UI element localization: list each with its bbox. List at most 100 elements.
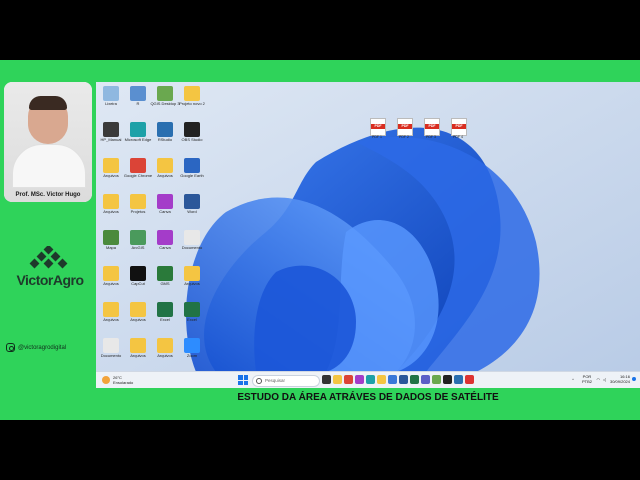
desktop-icon[interactable]: ArcGIS — [125, 228, 151, 262]
weather-desc: Ensolarado — [113, 380, 134, 385]
desktop-icon-label: Arquivos — [103, 210, 119, 214]
record-icon[interactable] — [465, 375, 474, 384]
excel-icon[interactable] — [410, 375, 419, 384]
desktop-icon[interactable]: Arquivos — [179, 264, 205, 298]
desktop-icon-label: Arquivos — [130, 318, 146, 322]
desktop-icon[interactable]: R — [125, 84, 151, 118]
desktop-icon[interactable]: CapCut — [125, 264, 151, 298]
desktop-icons: Lixeira R QGIS Desktop 3 Projeto novo 2 HP_M… — [98, 82, 210, 367]
brand-logo-text: VictorAgro — [16, 272, 84, 288]
windows-logo-icon — [238, 375, 243, 380]
desktop-icon[interactable]: Arquivos — [152, 336, 178, 370]
windows-logo-pane — [243, 375, 248, 380]
chevron-up-icon[interactable]: ^ — [572, 377, 574, 382]
desktop-screen: Lixeira R QGIS Desktop 3 Projeto novo 2 HP_M… — [96, 82, 640, 388]
pdf-file[interactable]: PDF 3 — [420, 118, 442, 140]
excel-icon — [157, 302, 173, 317]
edge-icon — [130, 122, 146, 137]
desktop-icon-label: RStudio — [157, 138, 173, 142]
desktop-icon-label: Canva — [159, 246, 171, 250]
teams-icon[interactable] — [421, 375, 430, 384]
weather-widget[interactable]: 26°C Ensolarado — [102, 374, 142, 386]
word-icon — [184, 194, 200, 209]
r-app-icon — [130, 86, 146, 101]
desktop-icon-label: Lixeira — [105, 102, 117, 106]
desktop-icon[interactable]: Arquivos — [98, 192, 124, 226]
pdf-icon — [424, 118, 440, 136]
desktop-icon-label: Documento — [181, 246, 203, 250]
desktop-icon[interactable]: Microsoft Edge — [125, 120, 151, 154]
windows-logo-pane — [238, 380, 243, 385]
store-icon[interactable] — [388, 375, 397, 384]
desktop-icon-label: Excel — [187, 318, 197, 322]
language-indicator[interactable]: POR PTB2 — [582, 374, 592, 384]
zoom-icon — [184, 338, 200, 353]
search-box[interactable]: Pesquisar — [252, 375, 320, 387]
desktop-icon[interactable]: Projeto novo 2 — [179, 84, 205, 118]
folder-icon — [157, 158, 173, 173]
pdf-icon — [397, 118, 413, 136]
folder-icon — [103, 158, 119, 173]
edge-icon[interactable] — [366, 375, 375, 384]
instagram-icon — [6, 343, 15, 352]
desktop-icon[interactable]: Excel — [152, 300, 178, 334]
desktop-icon[interactable]: Arquivos — [125, 336, 151, 370]
desktop-icon[interactable]: OBS Studio — [179, 120, 205, 154]
canva-icon[interactable] — [355, 375, 364, 384]
desktop-icon-label: CapCut — [131, 282, 145, 286]
qgis-icon[interactable] — [432, 375, 441, 384]
desktop-icon[interactable]: Arquivos — [98, 264, 124, 298]
clock[interactable]: 16:16 30/09/2024 — [610, 374, 630, 384]
folder-icon — [157, 338, 173, 353]
obs-icon[interactable] — [443, 375, 452, 384]
desktop-icon[interactable]: Arquivos — [125, 300, 151, 334]
desktop-icon-label: Projeto novo 2 — [179, 102, 205, 106]
desktop-icon[interactable]: Canva — [152, 192, 178, 226]
desktop-icon-label: Google Chrome — [123, 174, 153, 178]
desktop-icon-label: Arquivos — [103, 282, 119, 286]
desktop-icon[interactable]: Arquivos — [152, 156, 178, 190]
desktop-icon[interactable]: Documento — [98, 336, 124, 370]
word-icon[interactable] — [399, 375, 408, 384]
desktop-icon[interactable]: Google Chrome — [123, 156, 153, 190]
desktop-icon[interactable]: Zoom — [179, 336, 205, 370]
volume-icon[interactable]: ◁ — [603, 377, 606, 382]
pdf-file[interactable]: PDF 4 — [447, 118, 469, 140]
task-view-icon[interactable] — [322, 375, 331, 384]
folder-icon[interactable] — [377, 375, 386, 384]
desktop-icon[interactable]: Word — [179, 192, 205, 226]
desktop-icon[interactable]: Documento — [179, 228, 205, 262]
wifi-icon[interactable]: ◠ — [597, 377, 601, 382]
folder-icon — [103, 266, 119, 281]
chrome-icon[interactable] — [344, 375, 353, 384]
desktop-icon[interactable]: Arquivos — [98, 156, 124, 190]
desktop-icon[interactable]: Projetos — [125, 192, 151, 226]
desktop-icon-label: Arquivos — [157, 354, 173, 358]
pdf-file[interactable]: PDF 2 — [393, 118, 415, 140]
weather-text: 26°C Ensolarado — [113, 375, 133, 385]
desktop-icon[interactable]: Arquivos — [98, 300, 124, 334]
desktop-icon[interactable]: HP_Manual — [98, 120, 124, 154]
desktop-icon[interactable]: Lixeira — [98, 84, 124, 118]
gms-icon — [157, 266, 173, 281]
desktop-icon[interactable]: Canva — [152, 228, 178, 262]
obs-icon — [184, 122, 200, 137]
file-explorer-icon[interactable] — [333, 375, 342, 384]
desktop-icon[interactable]: QGIS Desktop 3 — [150, 84, 180, 118]
desktop-icon-label: Microsoft Edge — [124, 138, 152, 142]
desktop-icon[interactable]: RStudio — [152, 120, 178, 154]
pdf-file-label: PDF 1 — [372, 135, 382, 139]
rstudio-icon[interactable] — [454, 375, 463, 384]
brand-logo: VictorAgro — [4, 246, 96, 296]
folder-icon — [184, 86, 200, 101]
desktop-icon[interactable]: Excel — [179, 300, 205, 334]
desktop-icon[interactable]: Google Earth — [179, 156, 205, 190]
pdf-file-label: PDF 3 — [426, 135, 436, 139]
desktop-icon[interactable]: GMS — [152, 264, 178, 298]
desktop-icon[interactable]: Mapa — [98, 228, 124, 262]
search-placeholder: Pesquisar — [265, 378, 286, 383]
notification-icon[interactable] — [632, 377, 636, 381]
pdf-file[interactable]: PDF 1 — [366, 118, 388, 140]
start-button[interactable] — [238, 375, 248, 385]
document-icon — [103, 338, 119, 353]
